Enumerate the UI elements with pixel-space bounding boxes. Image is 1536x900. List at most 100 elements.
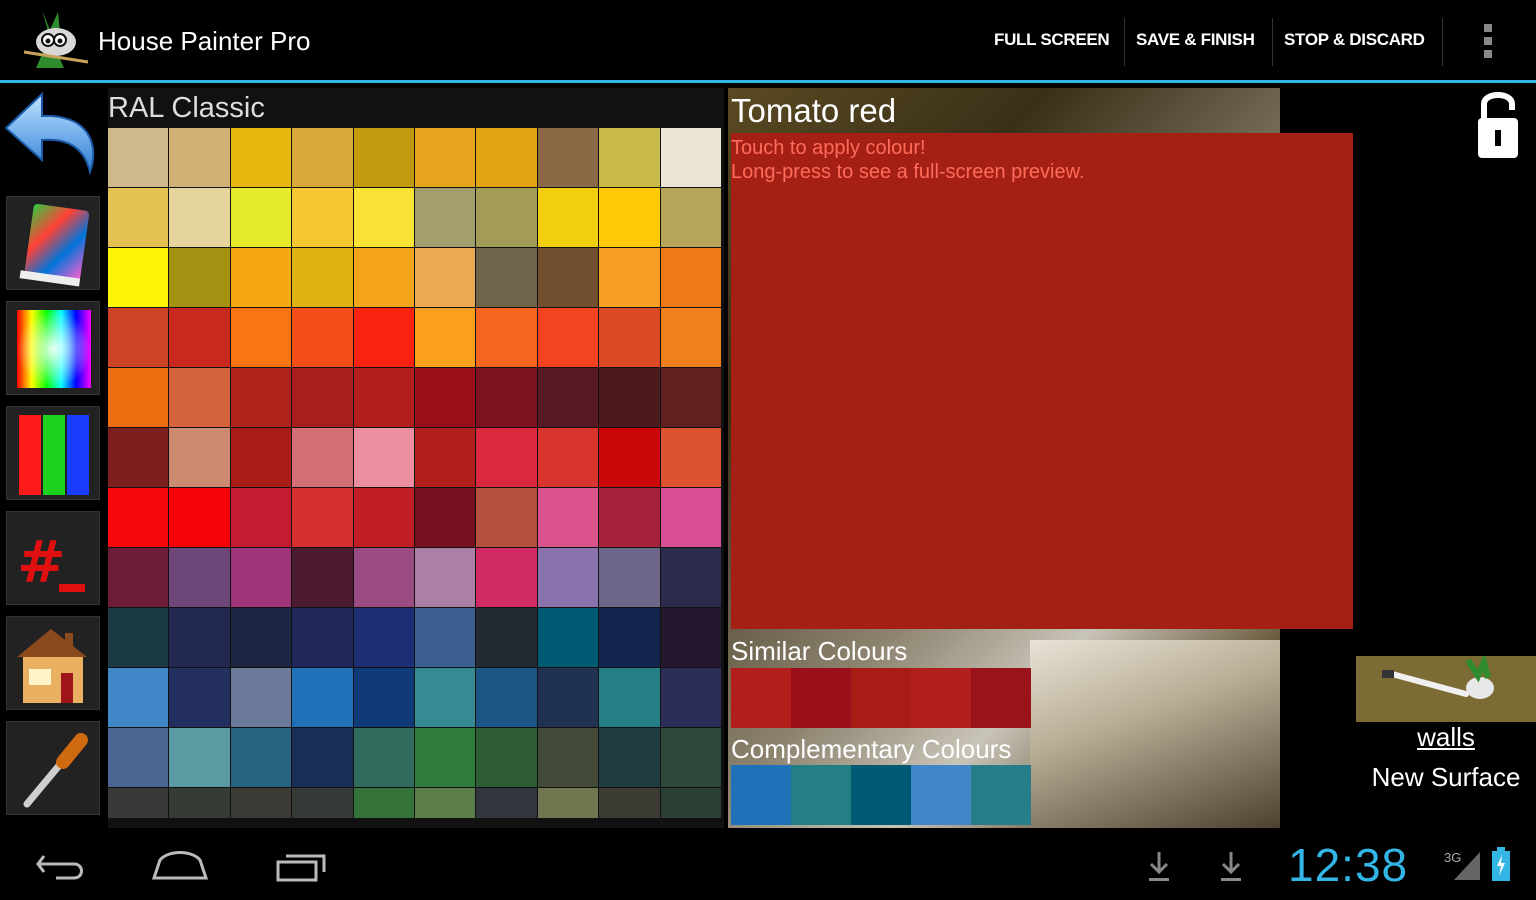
palette-swatch[interactable] bbox=[537, 368, 599, 427]
complementary-colour-swatch[interactable] bbox=[731, 765, 791, 825]
palette-swatch[interactable] bbox=[660, 128, 721, 187]
palette-swatch[interactable] bbox=[599, 488, 660, 547]
palette-swatch[interactable] bbox=[108, 548, 169, 607]
palette-swatch[interactable] bbox=[537, 128, 599, 187]
palette-swatch[interactable] bbox=[169, 368, 230, 427]
palette-swatch[interactable] bbox=[599, 428, 660, 487]
palette-swatch[interactable] bbox=[476, 308, 537, 367]
palette-swatch[interactable] bbox=[169, 608, 230, 667]
palette-swatch[interactable] bbox=[230, 188, 292, 247]
complementary-colour-swatch[interactable] bbox=[971, 765, 1031, 825]
palette-swatch[interactable] bbox=[230, 668, 292, 727]
palette-swatch[interactable] bbox=[353, 128, 414, 187]
palette-swatch[interactable] bbox=[537, 428, 599, 487]
status-clock[interactable]: 12:38 bbox=[1288, 838, 1408, 892]
palette-swatch[interactable] bbox=[292, 188, 353, 247]
palette-swatch[interactable] bbox=[660, 248, 721, 307]
palette-swatch[interactable] bbox=[230, 128, 292, 187]
new-surface-button[interactable]: New Surface bbox=[1356, 762, 1536, 793]
palette-swatch[interactable] bbox=[415, 728, 476, 787]
stop-discard-button[interactable]: STOP & DISCARD bbox=[1284, 30, 1425, 50]
palette-swatch[interactable] bbox=[230, 548, 292, 607]
palette-swatch[interactable] bbox=[415, 188, 476, 247]
palette-swatch[interactable] bbox=[108, 188, 169, 247]
palette-swatch[interactable] bbox=[415, 368, 476, 427]
palette-swatch[interactable] bbox=[108, 668, 169, 727]
palette-swatch[interactable] bbox=[108, 788, 169, 818]
palette-swatch[interactable] bbox=[476, 428, 537, 487]
similar-colour-swatch[interactable] bbox=[911, 668, 971, 728]
palette-swatch[interactable] bbox=[537, 728, 599, 787]
palette-swatch[interactable] bbox=[292, 308, 353, 367]
download-notification-icon[interactable] bbox=[1216, 848, 1246, 884]
palette-swatch[interactable] bbox=[108, 608, 169, 667]
palette-swatch[interactable] bbox=[476, 728, 537, 787]
palette-swatch[interactable] bbox=[476, 128, 537, 187]
palette-swatch[interactable] bbox=[108, 128, 169, 187]
palette-swatch[interactable] bbox=[353, 428, 414, 487]
rgb-sliders-tool[interactable] bbox=[6, 406, 100, 500]
palette-swatch[interactable] bbox=[660, 728, 721, 787]
palette-swatch[interactable] bbox=[476, 668, 537, 727]
complementary-colour-swatch[interactable] bbox=[851, 765, 911, 825]
palette-swatch[interactable] bbox=[599, 728, 660, 787]
palette-swatch[interactable] bbox=[292, 368, 353, 427]
palette-swatch[interactable] bbox=[660, 608, 721, 667]
similar-colour-swatch[interactable] bbox=[851, 668, 911, 728]
palette-swatch[interactable] bbox=[353, 548, 414, 607]
palette-swatch[interactable] bbox=[353, 368, 414, 427]
complementary-colour-swatch[interactable] bbox=[911, 765, 971, 825]
palette-swatch[interactable] bbox=[230, 428, 292, 487]
hex-code-tool[interactable]: # bbox=[6, 511, 100, 605]
palette-swatch[interactable] bbox=[415, 548, 476, 607]
palette-swatch[interactable] bbox=[230, 308, 292, 367]
undo-icon[interactable] bbox=[2, 88, 102, 184]
palette-swatch[interactable] bbox=[415, 248, 476, 307]
palette-swatch[interactable] bbox=[537, 668, 599, 727]
palette-swatch[interactable] bbox=[599, 788, 660, 818]
colour-wheel-tool[interactable] bbox=[6, 301, 100, 395]
palette-swatch[interactable] bbox=[353, 608, 414, 667]
app-logo-icon[interactable] bbox=[20, 8, 92, 76]
palette-swatch[interactable] bbox=[169, 548, 230, 607]
palette-swatch[interactable] bbox=[108, 248, 169, 307]
palette-swatch[interactable] bbox=[169, 308, 230, 367]
palette-swatch[interactable] bbox=[660, 788, 721, 818]
palette-swatch[interactable] bbox=[292, 788, 353, 818]
palette-swatch[interactable] bbox=[599, 608, 660, 667]
palette-swatch[interactable] bbox=[230, 788, 292, 818]
palette-swatch[interactable] bbox=[476, 368, 537, 427]
palette-swatch[interactable] bbox=[230, 608, 292, 667]
palette-swatch[interactable] bbox=[537, 488, 599, 547]
palette-swatch[interactable] bbox=[169, 128, 230, 187]
palette-swatch[interactable] bbox=[415, 788, 476, 818]
recent-apps-icon[interactable] bbox=[272, 846, 332, 886]
complementary-colour-swatch[interactable] bbox=[791, 765, 851, 825]
palette-swatch[interactable] bbox=[108, 428, 169, 487]
palette-swatch[interactable] bbox=[230, 368, 292, 427]
unlock-icon[interactable] bbox=[1474, 88, 1522, 162]
palette-swatch[interactable] bbox=[169, 668, 230, 727]
palette-swatch[interactable] bbox=[292, 248, 353, 307]
palette-swatch[interactable] bbox=[415, 308, 476, 367]
palette-swatch[interactable] bbox=[353, 188, 414, 247]
palette-swatch[interactable] bbox=[599, 548, 660, 607]
palette-swatch[interactable] bbox=[415, 668, 476, 727]
palette-swatch[interactable] bbox=[537, 608, 599, 667]
palette-swatch[interactable] bbox=[537, 308, 599, 367]
full-screen-button[interactable]: FULL SCREEN bbox=[994, 30, 1110, 50]
palette-swatch[interactable] bbox=[415, 428, 476, 487]
palette-swatch[interactable] bbox=[660, 188, 721, 247]
palette-swatch[interactable] bbox=[169, 188, 230, 247]
palette-swatch[interactable] bbox=[353, 308, 414, 367]
palette-swatch[interactable] bbox=[537, 548, 599, 607]
palette-swatch[interactable] bbox=[537, 788, 599, 818]
palette-swatch[interactable] bbox=[169, 788, 230, 818]
palette-swatch[interactable] bbox=[599, 668, 660, 727]
palette-swatch[interactable] bbox=[292, 488, 353, 547]
back-icon[interactable] bbox=[30, 846, 90, 886]
palette-swatch[interactable] bbox=[292, 428, 353, 487]
palette-swatch[interactable] bbox=[476, 188, 537, 247]
palette-swatch[interactable] bbox=[292, 608, 353, 667]
palette-swatch[interactable] bbox=[660, 368, 721, 427]
